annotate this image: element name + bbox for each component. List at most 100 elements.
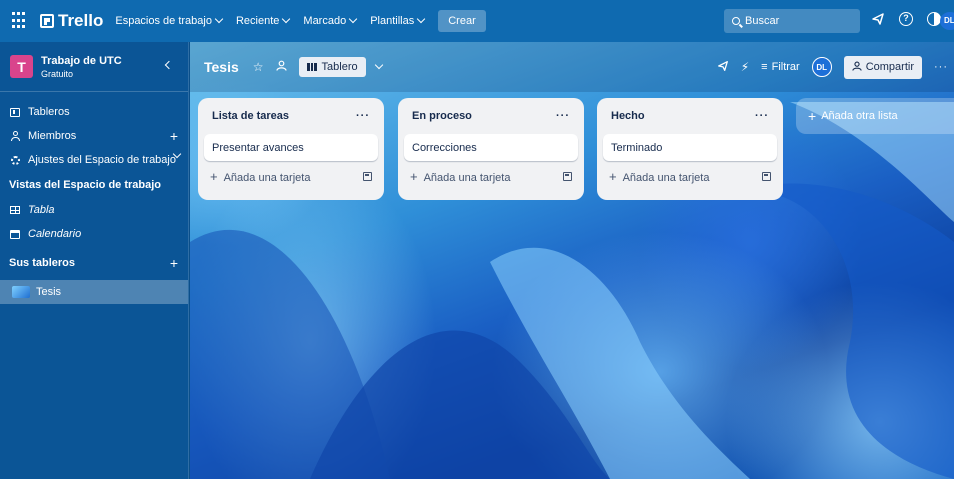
sidebar-item-label: Tabla (28, 204, 55, 216)
board-label: Tesis (36, 286, 62, 298)
menu-recent[interactable]: Reciente (235, 14, 291, 27)
menu-label: Plantillas (370, 15, 415, 27)
menu-templates[interactable]: Plantillas (370, 14, 426, 27)
sidebar-board-tesis[interactable]: Tesis (0, 280, 188, 304)
person-icon (852, 61, 862, 74)
add-card-button[interactable]: + Añada una tarjeta (410, 169, 510, 184)
calendar-icon (9, 229, 21, 239)
trello-icon (40, 14, 54, 28)
filter-button[interactable]: ≡ Filtrar (761, 61, 800, 73)
automation-icon[interactable]: ⚡ (741, 60, 749, 74)
workspace-plan: Gratuito (41, 68, 74, 79)
card[interactable]: Correcciones (404, 134, 578, 161)
list-menu-icon[interactable]: ··· (356, 110, 370, 122)
workspace-badge: T (10, 55, 33, 78)
filter-label: Filtrar (771, 61, 800, 73)
section-label: Sus tableros (9, 257, 76, 269)
plus-icon: + (609, 168, 617, 184)
board-header: Tesis ☆ Tablero ⚡ ≡ Filtrar DL Compartir… (190, 42, 954, 92)
power-ups-icon[interactable] (717, 60, 729, 75)
visibility-icon[interactable] (275, 60, 287, 74)
list-lista-de-tareas: Lista de tareas ··· Presentar avances + A… (198, 98, 384, 200)
add-card-label: Añada una tarjeta (622, 171, 710, 184)
workspace-name[interactable]: Trabajo de UTC (41, 55, 122, 67)
list-footer: + Añada una tarjeta (603, 161, 777, 191)
collapse-sidebar-icon[interactable] (164, 60, 174, 70)
board-icon (9, 107, 21, 117)
menu-starred[interactable]: Marcado (303, 14, 358, 27)
star-icon[interactable]: ☆ (253, 60, 264, 74)
menu-label: Marcado (303, 15, 347, 27)
add-list-label: Añada otra lista (821, 110, 898, 122)
sidebar-item-members[interactable]: Miembros + (0, 124, 188, 148)
list-en-proceso: En proceso ··· Correcciones + Añada una t… (398, 98, 584, 200)
list-menu-icon[interactable]: ··· (556, 110, 570, 122)
nav-menu: Espacios de trabajo Reciente Marcado Pla… (115, 10, 486, 32)
list-menu-icon[interactable]: ··· (755, 110, 769, 122)
add-card-label: Añada una tarjeta (423, 171, 511, 184)
view-label: Tablero (321, 61, 358, 73)
sidebar-item-label: Miembros (28, 130, 77, 142)
template-icon[interactable] (363, 171, 372, 181)
help-icon[interactable]: ? (898, 11, 914, 27)
list-footer: + Añada una tarjeta (404, 161, 578, 191)
add-board-icon[interactable]: + (170, 255, 178, 271)
notifications-icon[interactable] (870, 11, 886, 27)
workspace-header: T Trabajo de UTC Gratuito (0, 42, 188, 92)
sidebar-item-calendar[interactable]: Calendario (0, 222, 188, 246)
sidebar: T Trabajo de UTC Gratuito Tableros Miemb… (0, 42, 189, 479)
list-title: En proceso (412, 110, 472, 122)
plus-icon: + (210, 168, 218, 184)
filter-icon: ≡ (761, 61, 768, 73)
add-card-button[interactable]: + Añada una tarjeta (609, 169, 709, 184)
member-avatar[interactable]: DL (811, 57, 832, 77)
list-header[interactable]: En proceso ··· (404, 104, 578, 128)
chevron-down-icon (214, 14, 224, 24)
add-card-label: Añada una tarjeta (223, 171, 311, 184)
sidebar-item-settings[interactable]: Ajustes del Espacio de trabajo (0, 148, 188, 172)
chevron-down-icon (348, 14, 358, 24)
more-menu-icon[interactable]: ··· (934, 61, 948, 73)
board-canvas: Tesis ☆ Tablero ⚡ ≡ Filtrar DL Compartir… (190, 42, 954, 479)
template-icon[interactable] (563, 171, 572, 181)
sidebar-item-label: Tableros (28, 106, 70, 118)
logo-text: Trello (58, 11, 104, 30)
sidebar-item-boards[interactable]: Tableros (0, 100, 188, 124)
table-icon (9, 206, 21, 214)
avatar[interactable]: DL (940, 12, 954, 30)
add-list-button[interactable]: + Añada otra lista (796, 98, 954, 134)
list-title: Hecho (611, 110, 645, 122)
gear-icon (9, 155, 21, 165)
menu-label: Espacios de trabajo (115, 15, 212, 27)
search-icon (732, 17, 740, 25)
sidebar-item-label: Calendario (28, 228, 82, 240)
board-thumbnail (12, 286, 30, 298)
chevron-down-icon[interactable] (374, 60, 383, 70)
plus-icon: + (410, 168, 418, 184)
board-view-icon (306, 63, 317, 71)
add-card-button[interactable]: + Añada una tarjeta (210, 169, 310, 184)
card[interactable]: Terminado (603, 134, 777, 161)
search-input[interactable]: Buscar (724, 9, 860, 33)
sidebar-item-table[interactable]: Tabla (0, 198, 188, 222)
list-header[interactable]: Lista de tareas ··· (204, 104, 378, 128)
share-button[interactable]: Compartir (843, 55, 922, 79)
app-switcher-icon[interactable] (12, 12, 30, 30)
boards-section-title: Sus tableros + (0, 250, 188, 276)
add-member-icon[interactable]: + (170, 128, 178, 144)
top-icons: ? (870, 11, 942, 27)
board-view-button[interactable]: Tablero (298, 57, 366, 77)
search-placeholder: Buscar (745, 15, 780, 27)
board-title[interactable]: Tesis (204, 59, 239, 75)
menu-workspaces[interactable]: Espacios de trabajo (115, 14, 224, 27)
chevron-down-icon (282, 14, 291, 24)
create-button[interactable]: Crear (438, 10, 486, 32)
menu-label: Reciente (235, 15, 280, 27)
template-icon[interactable] (762, 171, 771, 181)
trello-logo[interactable]: Trello (40, 11, 103, 31)
card[interactable]: Presentar avances (204, 134, 378, 161)
views-section-title: Vistas del Espacio de trabajo (0, 172, 188, 198)
list-header[interactable]: Hecho ··· (603, 104, 777, 128)
list-footer: + Añada una tarjeta (204, 161, 378, 191)
chevron-down-icon (416, 14, 426, 24)
